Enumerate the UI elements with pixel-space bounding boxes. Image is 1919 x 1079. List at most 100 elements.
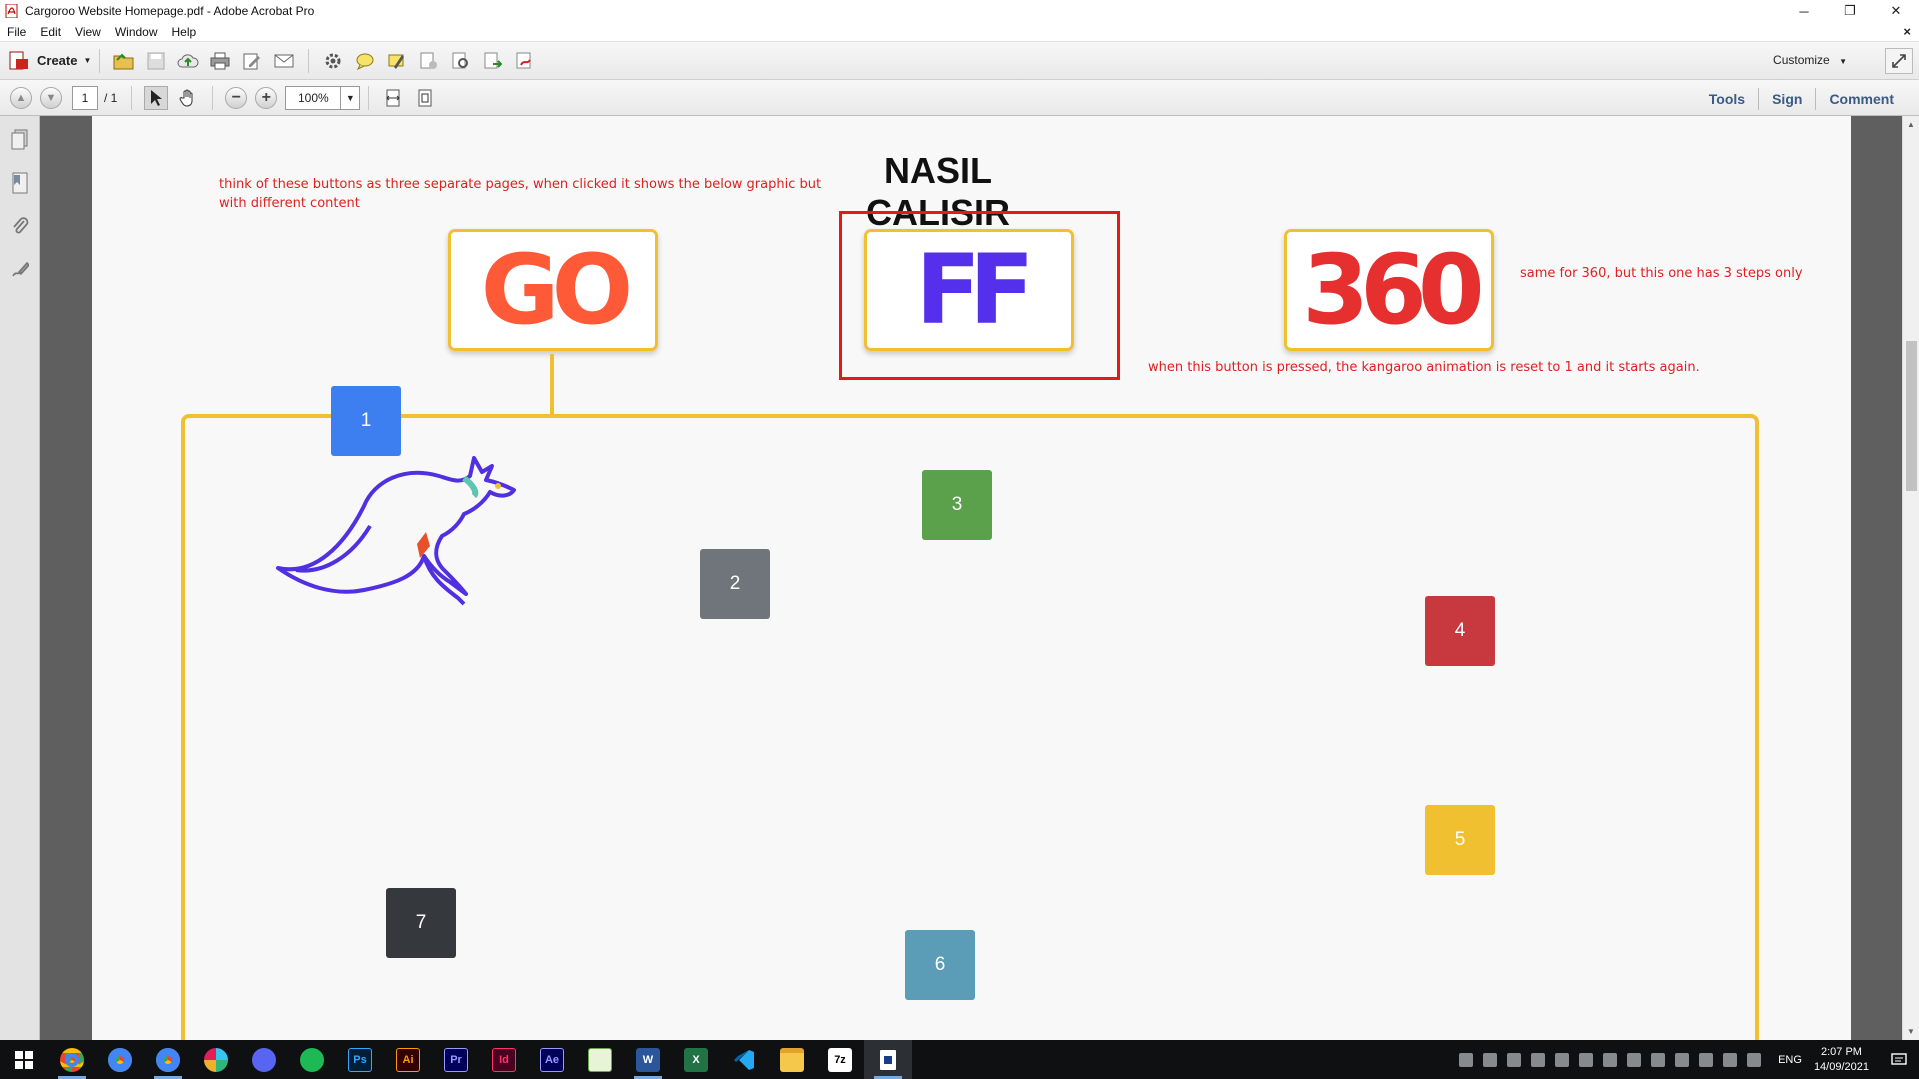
menu-help[interactable]: Help bbox=[165, 25, 204, 39]
tools-link[interactable]: Tools bbox=[1696, 91, 1758, 107]
export-button[interactable] bbox=[481, 49, 505, 73]
7zip-icon[interactable]: 7z bbox=[816, 1040, 864, 1079]
highlight-button[interactable] bbox=[385, 49, 409, 73]
illustrator-icon[interactable]: Ai bbox=[384, 1040, 432, 1079]
step-5-label: 5 bbox=[1454, 829, 1466, 850]
menu-window[interactable]: Window bbox=[108, 25, 165, 39]
edit-button[interactable] bbox=[240, 49, 264, 73]
fit-page-button[interactable] bbox=[413, 86, 437, 110]
scroll-down-icon[interactable]: ▼ bbox=[1907, 1027, 1915, 1036]
discord-tray-icon[interactable] bbox=[1531, 1052, 1546, 1067]
cursor-icon bbox=[151, 89, 163, 106]
email-button[interactable] bbox=[272, 49, 296, 73]
360-button[interactable]: 360 bbox=[1284, 229, 1494, 351]
notification-center-button[interactable] bbox=[1879, 1040, 1919, 1079]
settings-button[interactable] bbox=[321, 49, 345, 73]
indesign-icon[interactable]: Id bbox=[480, 1040, 528, 1079]
clock[interactable]: 2:07 PM 14/09/2021 bbox=[1814, 1045, 1869, 1075]
spotify-icon[interactable] bbox=[288, 1040, 336, 1079]
zoom-select[interactable]: 100% ▼ bbox=[285, 85, 361, 110]
speech-bubble-icon bbox=[356, 53, 374, 70]
chrome-icon[interactable] bbox=[48, 1040, 96, 1079]
scroll-up-icon[interactable]: ▲ bbox=[1907, 120, 1915, 129]
step-6[interactable]: 6 bbox=[905, 930, 975, 1000]
document-viewport[interactable]: think of these buttons as three separate… bbox=[40, 116, 1902, 1040]
creative-cloud-icon[interactable] bbox=[1579, 1052, 1594, 1067]
file-explorer-icon[interactable] bbox=[768, 1040, 816, 1079]
excel-icon[interactable]: X bbox=[672, 1040, 720, 1079]
scrollbar-thumb[interactable] bbox=[1906, 341, 1917, 491]
comment-link[interactable]: Comment bbox=[1816, 91, 1907, 107]
chrome-icon[interactable] bbox=[96, 1040, 144, 1079]
next-page-button[interactable]: ▼ bbox=[40, 86, 62, 109]
security-icon[interactable] bbox=[1675, 1052, 1690, 1067]
dropbox-icon[interactable] bbox=[1699, 1052, 1714, 1067]
acrobat-tray-icon[interactable] bbox=[1507, 1052, 1522, 1067]
menu-view[interactable]: View bbox=[68, 25, 108, 39]
chrome-icon[interactable] bbox=[144, 1040, 192, 1079]
comment-button[interactable] bbox=[353, 49, 377, 73]
step-1[interactable]: 1 bbox=[331, 386, 401, 456]
print-button[interactable] bbox=[208, 49, 232, 73]
bookmarks-button[interactable] bbox=[9, 171, 31, 195]
zoom-out-button[interactable]: − bbox=[225, 86, 248, 109]
sign-doc-button[interactable] bbox=[513, 49, 537, 73]
page-number-input[interactable]: 1 bbox=[72, 85, 98, 110]
close-document-button[interactable]: × bbox=[1903, 24, 1911, 39]
step-4[interactable]: 4 bbox=[1425, 596, 1495, 666]
language-indicator[interactable]: ENG bbox=[1778, 1054, 1802, 1066]
page-sign-icon bbox=[516, 52, 532, 68]
vertical-scrollbar[interactable]: ▲ ▼ bbox=[1902, 116, 1919, 1040]
select-tool-button[interactable] bbox=[144, 85, 169, 110]
ff-button[interactable]: FF bbox=[864, 229, 1074, 351]
fit-width-button[interactable] bbox=[381, 86, 405, 110]
vscode-icon[interactable] bbox=[720, 1040, 768, 1079]
navigation-pane bbox=[0, 116, 40, 1040]
discord-icon[interactable] bbox=[240, 1040, 288, 1079]
expand-button[interactable] bbox=[1885, 48, 1913, 74]
wifi-icon[interactable] bbox=[1651, 1052, 1666, 1067]
step-7[interactable]: 7 bbox=[386, 888, 456, 958]
photoshop-icon[interactable]: Ps bbox=[336, 1040, 384, 1079]
toolbar-divider bbox=[131, 85, 133, 110]
attachments-button[interactable] bbox=[9, 214, 31, 238]
word-icon[interactable]: W bbox=[624, 1040, 672, 1079]
volume-icon[interactable] bbox=[1723, 1052, 1738, 1067]
upload-cloud-button[interactable] bbox=[176, 49, 200, 73]
menu-edit[interactable]: Edit bbox=[33, 25, 68, 39]
step-5[interactable]: 5 bbox=[1425, 805, 1495, 875]
start-button[interactable] bbox=[0, 1040, 48, 1079]
slack-tray-icon[interactable] bbox=[1483, 1052, 1498, 1067]
open-folder-button[interactable] bbox=[112, 49, 136, 73]
slack-icon[interactable] bbox=[192, 1040, 240, 1079]
save-button[interactable] bbox=[144, 49, 168, 73]
step-2[interactable]: 2 bbox=[700, 549, 770, 619]
close-button[interactable]: ✕ bbox=[1873, 0, 1919, 22]
previous-page-button[interactable]: ▲ bbox=[10, 86, 32, 109]
sign-link[interactable]: Sign bbox=[1759, 91, 1815, 107]
menu-file[interactable]: File bbox=[0, 25, 33, 39]
find-button[interactable] bbox=[449, 49, 473, 73]
page-thumbnails-button[interactable] bbox=[9, 128, 31, 152]
hand-tool-button[interactable] bbox=[176, 86, 200, 110]
onedrive-icon[interactable] bbox=[1459, 1052, 1474, 1067]
customize-menu[interactable]: Customize ▼ bbox=[1773, 53, 1847, 67]
go-button[interactable]: GO bbox=[448, 229, 658, 351]
step-3[interactable]: 3 bbox=[922, 470, 992, 540]
pen-icon[interactable] bbox=[1603, 1052, 1618, 1067]
printer-icon bbox=[210, 52, 230, 69]
notepad-icon[interactable] bbox=[576, 1040, 624, 1079]
nvidia-icon[interactable] bbox=[1555, 1052, 1570, 1067]
steam-icon[interactable] bbox=[1747, 1052, 1762, 1067]
create-button[interactable]: Create ▼ bbox=[8, 51, 91, 71]
zoom-in-button[interactable]: + bbox=[255, 86, 278, 109]
after-effects-icon[interactable]: Ae bbox=[528, 1040, 576, 1079]
premiere-icon[interactable]: Pr bbox=[432, 1040, 480, 1079]
acrobat-icon[interactable] bbox=[864, 1040, 912, 1079]
battery-icon[interactable] bbox=[1627, 1052, 1642, 1067]
minimize-button[interactable]: ─ bbox=[1781, 0, 1827, 22]
signatures-button[interactable] bbox=[9, 257, 31, 281]
pdf-page: think of these buttons as three separate… bbox=[92, 116, 1851, 1040]
stamp-button[interactable] bbox=[417, 49, 441, 73]
restore-button[interactable]: ❐ bbox=[1827, 0, 1873, 22]
